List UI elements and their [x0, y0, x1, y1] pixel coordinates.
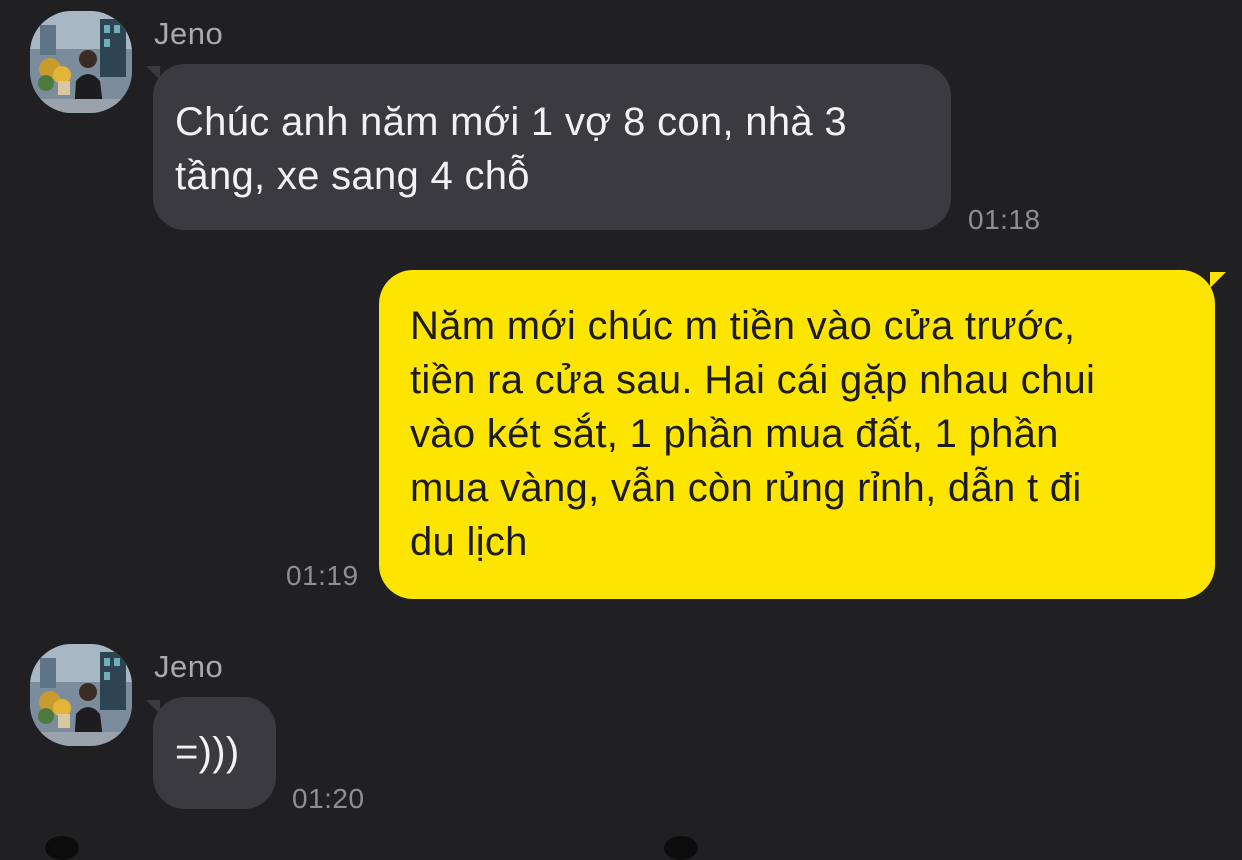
message-timestamp: 01:18 — [968, 204, 1041, 235]
message-text-line: mua vàng, vẫn còn rủng rỉnh, dẫn t đi — [410, 466, 1082, 510]
message-timestamp: 01:20 — [292, 783, 365, 814]
message-text-line: tiền ra cửa sau. Hai cái gặp nhau chui — [410, 358, 1096, 402]
bottom-edge-shape — [664, 836, 698, 860]
bottom-edge-shape — [45, 836, 79, 860]
sender-avatar[interactable] — [30, 11, 132, 113]
message-text-line: tầng, xe sang 4 chỗ — [175, 154, 530, 198]
sender-avatar[interactable] — [30, 644, 132, 746]
message-text-line: vào két sắt, 1 phần mua đất, 1 phần — [410, 412, 1059, 456]
message-timestamp: 01:19 — [286, 560, 359, 591]
message-text-line: du lịch — [410, 520, 528, 564]
sender-name: Jeno — [154, 16, 224, 51]
avatar-photo-icon — [30, 11, 132, 113]
sender-name: Jeno — [154, 649, 224, 684]
bubble-tail — [1210, 272, 1226, 288]
message-bubble[interactable]: Chúc anh năm mới 1 vợ 8 con, nhà 3 tầng,… — [153, 64, 951, 230]
chat-thread[interactable]: Jeno Chúc anh năm mới 1 vợ 8 con, nhà 3 … — [0, 0, 1242, 860]
message-text-line: Năm mới chúc m tiền vào cửa trước, — [410, 304, 1076, 348]
avatar-photo-icon — [30, 644, 132, 746]
message-bubble[interactable]: Năm mới chúc m tiền vào cửa trước, tiền … — [379, 270, 1215, 599]
message-text-line: =))) — [175, 730, 240, 774]
message-bubble[interactable]: =))) — [153, 697, 276, 809]
message-text-line: Chúc anh năm mới 1 vợ 8 con, nhà 3 — [175, 100, 847, 144]
